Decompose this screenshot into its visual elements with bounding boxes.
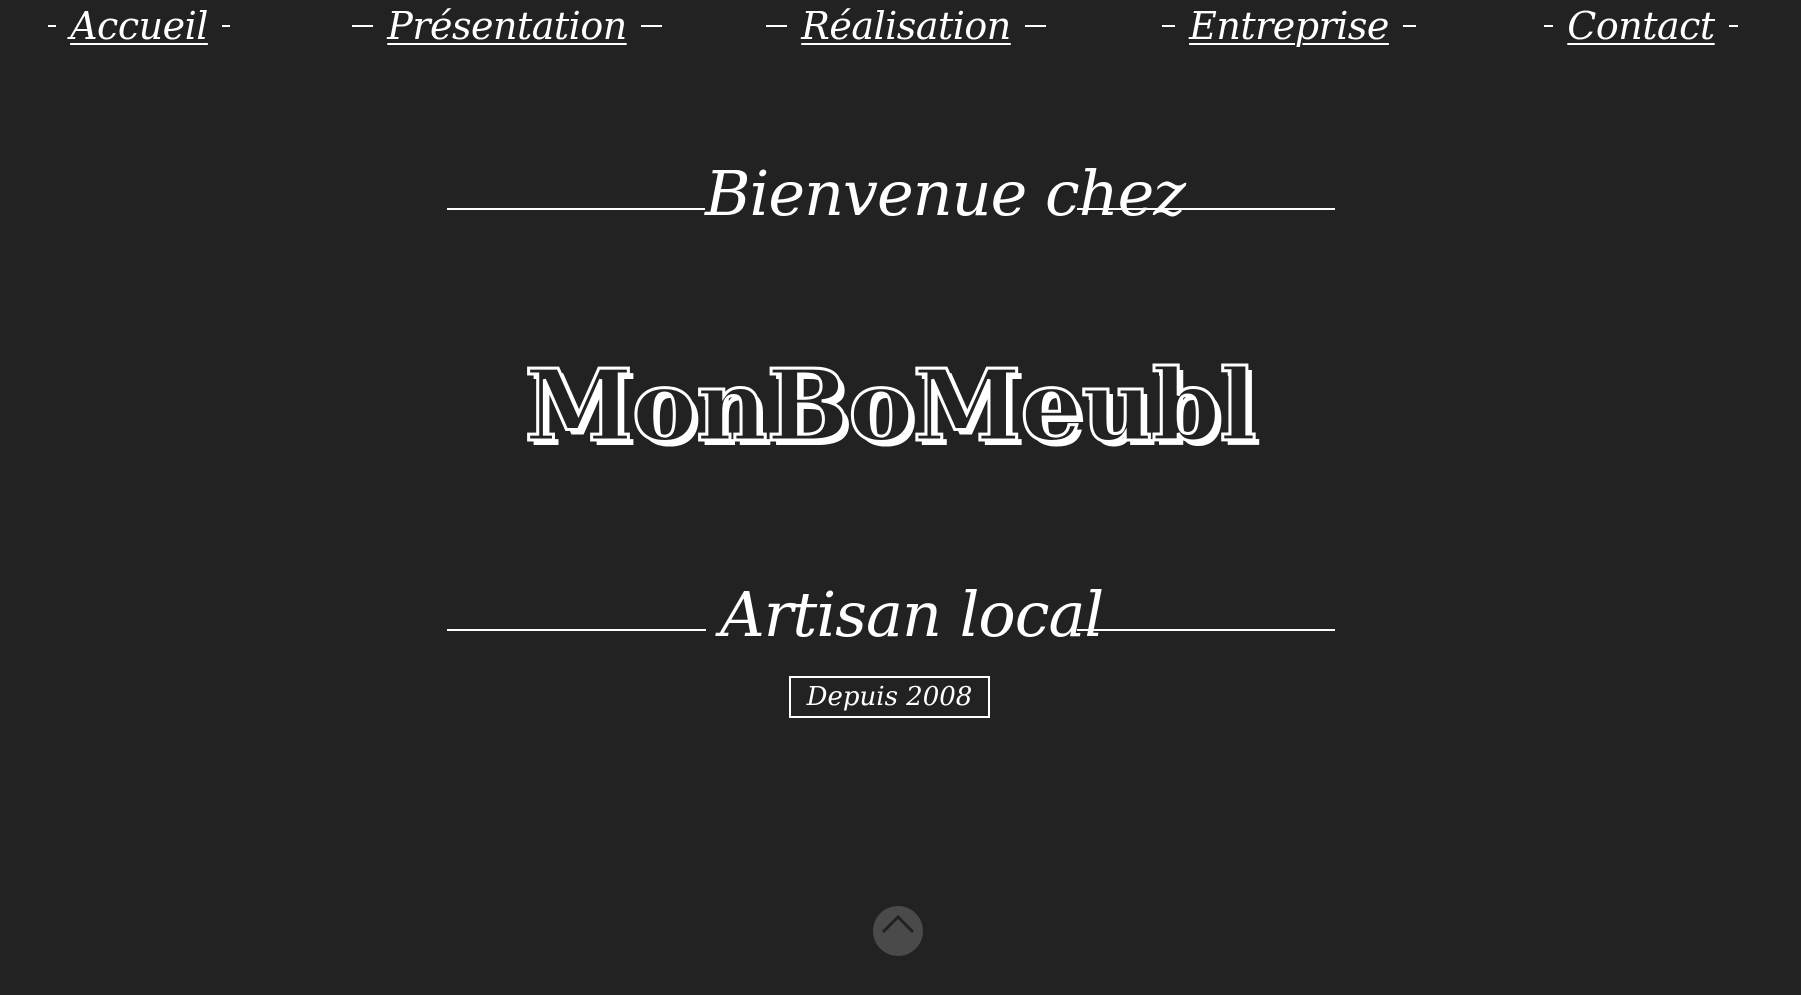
- nav-item-entreprise[interactable]: Entreprise: [1162, 0, 1416, 52]
- nav-dash-left: [352, 25, 374, 27]
- nav-link-accueil[interactable]: Accueil: [70, 7, 208, 45]
- welcome-rule-left: [447, 208, 705, 210]
- brand-title: MonBoMeubl: [523, 349, 1258, 464]
- tagline-rule-right: [1077, 629, 1335, 631]
- nav-dash-right: [1024, 25, 1046, 27]
- nav-dash-right: [221, 25, 230, 27]
- nav-item-accueil[interactable]: Accueil: [48, 0, 230, 52]
- scroll-to-top-button[interactable]: [873, 906, 923, 956]
- since-badge: Depuis 2008: [789, 676, 990, 718]
- main-navigation: Accueil Présentation Réalisation Entrepr…: [0, 0, 1801, 60]
- since-text: Depuis 2008: [806, 682, 973, 712]
- nav-dash-right: [1728, 25, 1738, 27]
- nav-link-presentation[interactable]: Présentation: [387, 7, 627, 45]
- tagline-heading: Artisan local: [720, 578, 1104, 651]
- nav-item-contact[interactable]: Contact: [1544, 0, 1738, 52]
- nav-item-presentation[interactable]: Présentation: [352, 0, 662, 52]
- welcome-heading: Bienvenue chez: [705, 157, 1186, 230]
- nav-link-entreprise[interactable]: Entreprise: [1189, 7, 1389, 45]
- nav-item-realisation[interactable]: Réalisation: [766, 0, 1046, 52]
- nav-link-contact[interactable]: Contact: [1567, 7, 1715, 45]
- nav-dash-left: [1544, 25, 1554, 27]
- nav-dash-left: [766, 25, 788, 27]
- nav-dash-right: [640, 25, 662, 27]
- nav-dash-left: [1162, 25, 1176, 27]
- tagline-rule-left: [447, 629, 706, 631]
- chevron-up-icon: [881, 914, 915, 934]
- nav-link-realisation[interactable]: Réalisation: [801, 7, 1011, 45]
- nav-dash-left: [48, 25, 57, 27]
- nav-dash-right: [1402, 25, 1416, 27]
- welcome-rule-right: [1077, 208, 1335, 210]
